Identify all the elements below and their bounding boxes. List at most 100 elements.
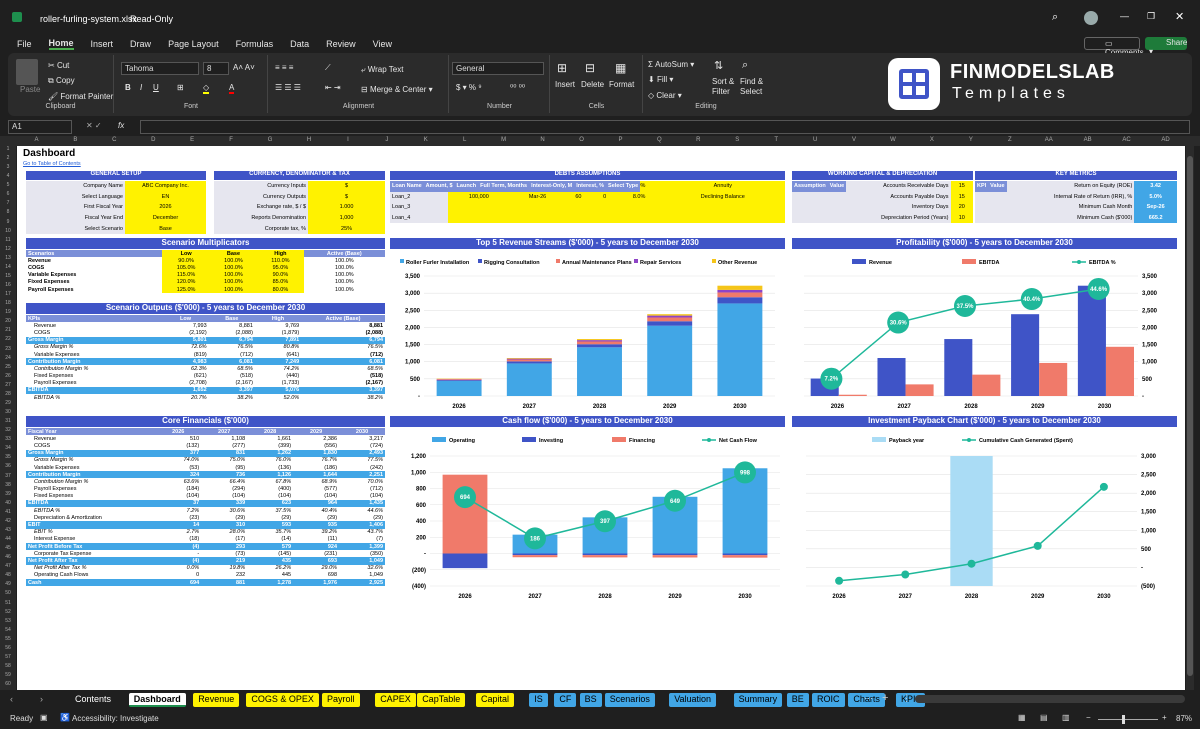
add-sheet-icon[interactable]: + (882, 692, 888, 704)
currency-icon[interactable]: $ ▾ % ⁹ (456, 83, 482, 92)
menu-home[interactable]: Home (48, 38, 74, 50)
column-header-cell[interactable]: N (523, 137, 562, 143)
row-header-cell[interactable]: 6 (1, 191, 15, 197)
number-format-select[interactable]: General (452, 62, 544, 75)
column-header-cell[interactable]: T (757, 137, 796, 143)
format-cells-icon[interactable]: ▦ (615, 61, 626, 75)
value-cell[interactable]: 1,278 (247, 579, 293, 586)
value-cell[interactable]: 37.5% (247, 507, 293, 514)
value-cell[interactable]: (277) (201, 442, 247, 449)
value-cell[interactable]: 95.0% (257, 264, 304, 272)
value-cell[interactable]: EN (125, 191, 206, 203)
column-header-cell[interactable]: AD (1146, 137, 1185, 143)
value-cell[interactable]: (724) (339, 442, 385, 449)
value-cell[interactable]: 26.2% (247, 565, 293, 572)
find-label[interactable]: Find & (740, 77, 763, 86)
header-cell[interactable]: Value (827, 181, 847, 192)
header-cell[interactable]: Select Type (606, 181, 641, 192)
value-cell[interactable]: 60 (565, 191, 592, 203)
row-header-cell[interactable]: 50 (1, 590, 15, 596)
row-header-cell[interactable]: 13 (1, 255, 15, 261)
row-header-cell[interactable]: 41 (1, 509, 15, 515)
font-color-icon[interactable]: A (229, 83, 235, 94)
value-cell[interactable]: 232 (201, 572, 247, 579)
menu-insert[interactable]: Insert (91, 39, 114, 49)
vertical-scrollbar[interactable] (1186, 146, 1194, 690)
value-cell[interactable]: (712) (301, 351, 385, 358)
value-cell[interactable]: 831 (201, 450, 247, 457)
menu-review[interactable]: Review (326, 39, 356, 49)
bold-icon[interactable]: B (125, 83, 131, 92)
row-header-cell[interactable]: 55 (1, 636, 15, 642)
value-cell[interactable] (565, 202, 592, 213)
value-cell[interactable]: 37 (155, 500, 201, 507)
tab-summary[interactable]: Summary (733, 693, 783, 707)
row-header-cell[interactable]: 23 (1, 346, 15, 352)
value-cell[interactable]: 6,794 (209, 337, 255, 344)
menu-file[interactable]: File (17, 39, 32, 49)
row-header-cell[interactable]: 15 (1, 273, 15, 279)
value-cell[interactable]: (73) (201, 550, 247, 557)
row-header-cell[interactable]: 53 (1, 618, 15, 624)
value-cell[interactable]: 68.5% (209, 365, 255, 372)
value-cell[interactable]: (104) (293, 493, 339, 500)
tab-valuation[interactable]: Valuation (669, 693, 717, 707)
value-cell[interactable]: Fixed Expenses (26, 373, 162, 380)
value-cell[interactable]: 10 (950, 212, 973, 224)
tab-contents[interactable]: Contents (70, 693, 116, 707)
page-layout-icon[interactable]: ▤ (1040, 713, 1048, 722)
value-cell[interactable]: Revenue (26, 435, 155, 442)
value-cell[interactable]: 72.6% (162, 344, 208, 351)
zoom-slider[interactable] (1098, 719, 1158, 720)
row-header-cell[interactable]: 45 (1, 545, 15, 551)
formula-cancel-icon[interactable]: ✕ ✓ (86, 121, 102, 130)
column-header-cell[interactable]: M (484, 137, 523, 143)
value-cell[interactable]: (186) (293, 464, 339, 471)
label-cell[interactable]: First Fiscal Year (26, 202, 125, 213)
header-cell[interactable]: KPIs (26, 315, 163, 323)
value-cell[interactable]: Annuity (660, 181, 785, 192)
value-cell[interactable] (447, 202, 510, 213)
column-header-cell[interactable]: R (679, 137, 718, 143)
tab-more-icon[interactable]: ⋯ (864, 693, 873, 704)
value-cell[interactable]: Loan_4 (390, 212, 448, 224)
value-cell[interactable]: Gross Margin (26, 337, 162, 344)
value-cell[interactable]: 5.0% (1134, 191, 1177, 203)
value-cell[interactable]: 100.0% (209, 257, 258, 265)
value-cell[interactable]: 43.7% (339, 529, 385, 536)
value-cell[interactable]: 1,108 (201, 435, 247, 442)
value-cell[interactable]: Contribution Margin % (26, 478, 155, 485)
value-cell[interactable]: 7.2% (155, 507, 201, 514)
row-header-cell[interactable]: 14 (1, 264, 15, 270)
row-header-cell[interactable]: 20 (1, 318, 15, 324)
value-cell[interactable]: 100.0% (304, 257, 385, 264)
value-cell[interactable]: 1,049 (339, 572, 385, 579)
value-cell[interactable]: EBIT (26, 521, 155, 528)
row-header-cell[interactable]: 21 (1, 327, 15, 333)
value-cell[interactable]: (11) (293, 536, 339, 543)
value-cell[interactable]: COGS (26, 329, 162, 336)
delete-cells-icon[interactable]: ⊟ (585, 61, 595, 75)
label-cell[interactable]: Exchange rate, $ / $ (214, 202, 309, 213)
menu-view[interactable]: View (373, 39, 392, 49)
value-cell[interactable]: 100.0% (304, 264, 385, 271)
value-cell[interactable]: Fixed Expenses (26, 279, 162, 286)
value-cell[interactable]: (4) (155, 543, 201, 550)
value-cell[interactable]: 70.0% (339, 478, 385, 485)
row-header-cell[interactable]: 32 (1, 427, 15, 433)
value-cell[interactable]: 8,881 (301, 322, 385, 329)
tab-scroll-right-icon[interactable]: › (40, 694, 43, 704)
header-cell[interactable]: Base (209, 250, 258, 258)
value-cell[interactable]: 30.6% (201, 507, 247, 514)
column-header-cell[interactable]: C (95, 137, 134, 143)
fill-button[interactable]: ⬇ Fill ▾ (648, 75, 673, 84)
value-cell[interactable]: 76.5% (301, 344, 385, 351)
value-cell[interactable]: (184) (155, 486, 201, 493)
value-cell[interactable]: (556) (293, 442, 339, 449)
value-cell[interactable]: (23) (155, 514, 201, 521)
value-cell[interactable]: Revenue (26, 322, 162, 329)
header-cell[interactable]: 2029 (293, 428, 340, 436)
column-header-cell[interactable]: I (328, 137, 367, 143)
column-header-cell[interactable]: Y (951, 137, 990, 143)
header-cell[interactable]: Low (162, 315, 209, 323)
